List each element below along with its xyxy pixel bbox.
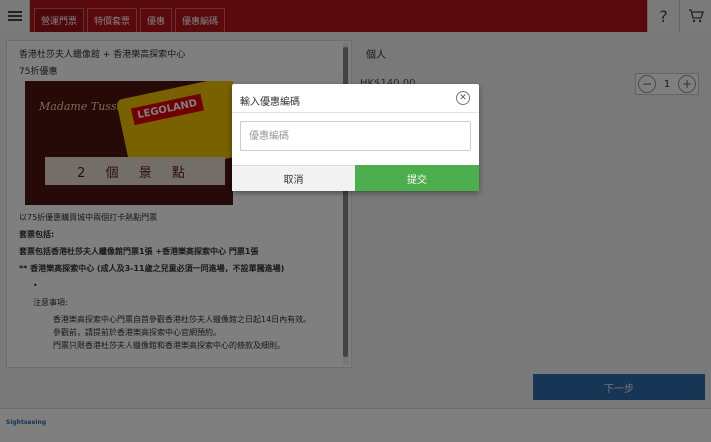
dialog-divider [232,112,479,113]
promo-code-input[interactable] [240,121,471,151]
modal-backdrop[interactable] [0,0,711,442]
submit-button[interactable]: 提交 [355,165,479,191]
dialog-actions: 取消 提交 [232,165,479,191]
close-icon: ✕ [459,92,467,103]
promo-code-dialog: 輸入優惠編碼 ✕ 取消 提交 [232,84,479,191]
dialog-title: 輸入優惠編碼 [240,97,300,108]
cancel-button[interactable]: 取消 [232,165,355,191]
close-dialog-button[interactable]: ✕ [456,91,470,105]
